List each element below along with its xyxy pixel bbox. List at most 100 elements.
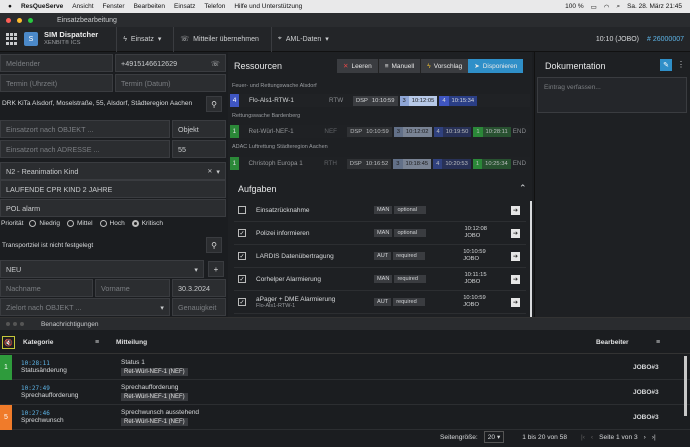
zoom-window-button[interactable] bbox=[28, 17, 33, 23]
menu-ansicht[interactable]: Ansicht bbox=[72, 3, 93, 10]
menu-telefon[interactable]: Telefon bbox=[204, 3, 225, 10]
nachname-field[interactable]: Nachname bbox=[0, 279, 93, 297]
menu-einsatz[interactable]: Einsatz bbox=[174, 3, 195, 10]
menu-app[interactable]: ResQueServe bbox=[21, 3, 63, 10]
task-checkbox[interactable]: ✓ bbox=[238, 229, 246, 237]
avatar[interactable]: S bbox=[24, 32, 38, 46]
macos-menubar: ● ResQueServe Ansicht Fenster Bearbeiten… bbox=[0, 0, 690, 13]
einsatzort-adresse-field[interactable]: Einsatzort nach ADRESSE ... bbox=[0, 140, 170, 158]
phone-field[interactable]: +4915146612629 ☏ bbox=[115, 54, 226, 72]
filter-icon[interactable]: ≡ bbox=[656, 339, 660, 346]
manuell-button[interactable]: ≡ Manuell bbox=[377, 59, 421, 73]
vorname-field[interactable]: Vorname bbox=[95, 279, 170, 297]
filter-icon[interactable]: ≡ bbox=[95, 339, 116, 346]
aml-button[interactable]: ⌖ AML-Daten ▾ bbox=[270, 26, 335, 52]
scrollbar[interactable] bbox=[530, 201, 532, 317]
incident-number[interactable]: # 26000007 bbox=[647, 36, 684, 43]
mute-button[interactable]: 🔇 bbox=[2, 336, 15, 349]
task-checkbox[interactable] bbox=[238, 206, 246, 214]
table-row[interactable]: 10:27:49 Sprechaufforderung Sprechaufford… bbox=[0, 380, 690, 405]
lightning-icon: ϟ bbox=[427, 62, 431, 70]
note-field-2[interactable]: POL alarm bbox=[0, 199, 226, 217]
prev-page-icon[interactable]: ‹ bbox=[591, 434, 593, 441]
task-action-button[interactable]: ➔ bbox=[511, 205, 520, 215]
mode-tag: AUT bbox=[374, 252, 392, 260]
task-sub: Flo-Als1-RTW-1 bbox=[256, 302, 296, 309]
search-icon[interactable]: ⌕ bbox=[616, 3, 620, 11]
menu-fenster[interactable]: Fenster bbox=[103, 3, 125, 10]
prio-mittel-radio[interactable] bbox=[67, 220, 74, 227]
einsatzort-objekt-field[interactable]: Einsatzort nach OBJEKT ... bbox=[0, 120, 170, 138]
task-action-button[interactable]: ➔ bbox=[511, 297, 520, 307]
chip-1: 1 10:25:34 bbox=[472, 158, 511, 169]
resource-row[interactable]: 1 Christoph Europa 1 RTH DSP 10:16:52 3 10… bbox=[230, 157, 530, 170]
disponieren-button[interactable]: ➤ Disponieren bbox=[468, 59, 524, 73]
date-field[interactable]: 30.3.2024 bbox=[172, 279, 226, 297]
more-icon[interactable]: ⋮ bbox=[677, 60, 685, 69]
task-row[interactable]: ✓ LARDIS Datenübertragung AUT required 1… bbox=[234, 245, 526, 268]
end-label: END bbox=[512, 128, 526, 135]
task-checkbox[interactable]: ✓ bbox=[238, 298, 246, 306]
scrollbar[interactable] bbox=[684, 356, 687, 416]
task-checkbox[interactable]: ✓ bbox=[238, 275, 246, 283]
task-row[interactable]: Einsatzrücknahme MAN optional ➔ bbox=[234, 199, 526, 222]
datetime[interactable]: Sa. 28. März 21:45 bbox=[627, 3, 682, 10]
table-row[interactable]: 1 10:28:11 Statusänderung Status 1 Ret-Wür… bbox=[0, 354, 690, 380]
doku-textarea[interactable]: Eintrag verfassen... bbox=[537, 77, 687, 113]
zielort-field[interactable]: Zielort nach OBJEKT ... ▾ bbox=[0, 298, 170, 316]
einsatz-menu-button[interactable]: ϟ Einsatz ▾ bbox=[116, 26, 167, 52]
status-select[interactable]: NEU ▾ bbox=[0, 260, 204, 278]
vorschlag-button[interactable]: ϟ Vorschlag bbox=[420, 59, 469, 73]
mitteiler-button[interactable]: ☏ Mitteiler übernehmen bbox=[173, 26, 265, 52]
next-page-icon[interactable]: › bbox=[644, 434, 646, 441]
edit-button[interactable]: ✎ bbox=[660, 59, 672, 71]
battery-icon[interactable]: ▭ bbox=[591, 3, 597, 11]
col-mitteilung[interactable]: Mitteilung bbox=[116, 339, 596, 346]
meldender-field[interactable]: Meldender bbox=[0, 54, 113, 72]
prio-hoch-radio[interactable] bbox=[99, 220, 107, 227]
minimize-window-button[interactable] bbox=[17, 17, 22, 23]
menu-hilfe[interactable]: Hilfe und Unterstützung bbox=[234, 3, 302, 10]
apps-grid-icon[interactable] bbox=[6, 33, 18, 45]
prio-niedrig-radio[interactable] bbox=[29, 220, 37, 227]
task-checkbox[interactable]: ✓ bbox=[238, 252, 246, 260]
close-window-button[interactable] bbox=[6, 17, 11, 23]
termin-datum-field[interactable]: Termin (Datum) bbox=[115, 74, 226, 92]
resource-row[interactable]: 4 Flo-Als1-RTW-1 RTW DSP 10:10:59 3 10:12:… bbox=[230, 94, 530, 107]
close-icon[interactable]: ✕ bbox=[207, 168, 212, 175]
collapse-icon[interactable]: ⌃ bbox=[519, 183, 527, 194]
add-button[interactable]: + bbox=[208, 261, 224, 277]
arrow-right-icon: ➔ bbox=[512, 230, 519, 237]
prio-kritisch-radio[interactable] bbox=[131, 220, 139, 227]
genauigkeit-field[interactable]: Genauigkeit bbox=[172, 298, 226, 316]
col-kategorie[interactable]: Kategorie bbox=[23, 339, 95, 346]
menu-bearbeiten[interactable]: Bearbeiten bbox=[134, 3, 165, 10]
page-size-select[interactable]: 20 ▾ bbox=[483, 431, 505, 443]
phone-icon[interactable]: ☏ bbox=[211, 59, 220, 68]
last-page-icon[interactable]: ›| bbox=[652, 434, 656, 441]
hausnummer-field[interactable]: 55 bbox=[172, 140, 226, 158]
table-row[interactable]: 5 10:27:46 Sprechwunsch Sprechwunsch auss… bbox=[0, 404, 690, 430]
task-row[interactable]: ✓ Polizei informieren MAN optional 10:12… bbox=[234, 222, 526, 245]
apple-icon[interactable]: ● bbox=[8, 3, 12, 10]
leeren-button[interactable]: ✕ Leeren bbox=[337, 59, 378, 73]
chevron-down-icon: ▾ bbox=[157, 36, 162, 43]
row-badge bbox=[0, 380, 12, 405]
resource-row[interactable]: 1 Ret-Würl-NEF-1 NEF DSP 10:10:59 3 10:12:… bbox=[230, 125, 530, 138]
task-action-button[interactable]: ➔ bbox=[511, 274, 520, 284]
first-page-icon[interactable]: |‹ bbox=[581, 434, 585, 441]
transport-pin-button[interactable]: ⚲ bbox=[206, 237, 222, 253]
keyword-select[interactable]: N2 - Reanimation Kind ✕ ▾ bbox=[0, 162, 226, 180]
wifi-icon[interactable]: ◠ bbox=[604, 3, 610, 11]
task-action-button[interactable]: ➔ bbox=[511, 228, 520, 238]
map-pin-button[interactable]: ⚲ bbox=[206, 96, 222, 112]
task-row[interactable]: ✓ aPager + DME Alarmierung Flo-Als1-RTW-1… bbox=[234, 291, 526, 314]
task-row[interactable]: ✓ Corhelper Alarmierung MAN required 10:… bbox=[234, 268, 526, 291]
col-bearbeiter[interactable]: Bearbeiter bbox=[596, 339, 656, 346]
termin-uhrzeit-field[interactable]: Termin (Uhrzeit) bbox=[0, 74, 113, 92]
status-badge: 1 bbox=[230, 125, 239, 138]
objekt-field[interactable]: Objekt bbox=[172, 120, 226, 138]
chevron-down-icon[interactable]: ▾ bbox=[216, 167, 220, 176]
task-action-button[interactable]: ➔ bbox=[511, 251, 520, 261]
note-field-1[interactable]: LAUFENDE CPR KIND 2 JAHRE bbox=[0, 180, 226, 198]
